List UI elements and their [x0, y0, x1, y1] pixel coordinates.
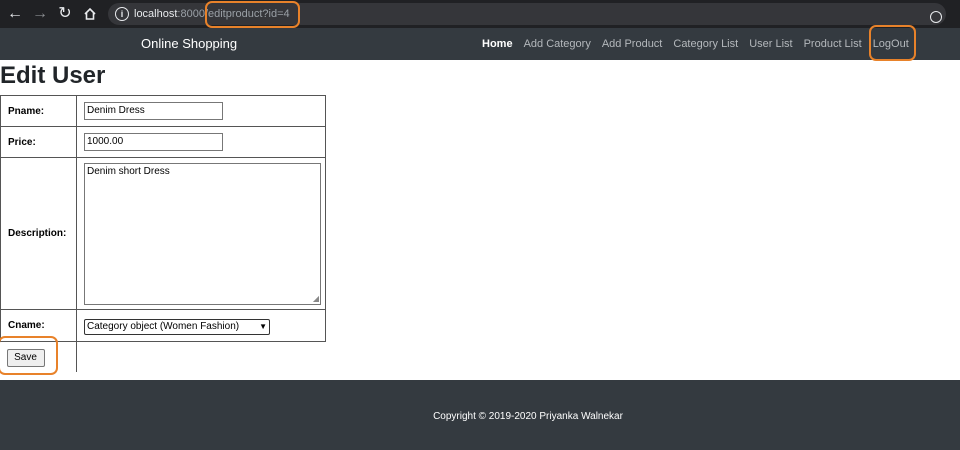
reload-icon[interactable]: ↻	[54, 3, 76, 25]
resize-grip-icon[interactable]: ◢	[313, 294, 319, 303]
arrow-right-icon[interactable]: →	[29, 3, 51, 25]
chevron-down-icon: ▼	[259, 322, 267, 331]
description-label: Description:	[0, 157, 77, 310]
nav-add-product[interactable]: Add Product	[602, 37, 663, 51]
description-text: Denim short Dress	[87, 165, 170, 177]
nav-add-category[interactable]: Add Category	[524, 37, 591, 51]
save-highlight	[0, 336, 58, 375]
description-textarea[interactable]: Denim short Dress ◢	[84, 162, 321, 305]
app-navbar: Online Shopping Home Add Category Add Pr…	[0, 28, 960, 60]
pname-label: Pname:	[0, 95, 77, 127]
brand-link[interactable]: Online Shopping	[141, 35, 237, 52]
copyright-text: Copyright © 2019-2020 Priyanka Walnekar	[433, 411, 623, 422]
price-label: Price:	[0, 126, 77, 158]
footer: Copyright © 2019-2020 Priyanka Walnekar	[0, 380, 960, 450]
page-title: Edit User	[0, 62, 106, 89]
logout-highlight	[869, 25, 916, 61]
nav-links: Home Add Category Add Product Category L…	[482, 37, 909, 51]
cname-selected-value: Category object (Women Fashion)	[87, 321, 240, 332]
cname-select[interactable]: Category object (Women Fashion) ▼	[84, 319, 270, 335]
nav-category-list[interactable]: Category List	[673, 37, 738, 51]
nav-product-list[interactable]: Product List	[804, 37, 862, 51]
url-path-highlight	[205, 1, 300, 28]
info-icon[interactable]: i	[115, 7, 129, 21]
profile-icon[interactable]	[930, 11, 942, 23]
nav-home[interactable]: Home	[482, 37, 513, 51]
home-icon[interactable]	[79, 3, 101, 25]
price-input[interactable]: 1000.00	[84, 133, 223, 151]
arrow-left-icon[interactable]: ←	[4, 3, 26, 25]
nav-user-list[interactable]: User List	[749, 37, 792, 51]
browser-toolbar: ← → ↻ i localhost:8000/editproduct?id=4	[0, 0, 960, 28]
pname-input[interactable]: Denim Dress	[84, 102, 223, 120]
edit-product-form: Pname: Denim Dress Price: 1000.00 Descri…	[0, 95, 326, 372]
url-host: localhost	[134, 8, 178, 20]
